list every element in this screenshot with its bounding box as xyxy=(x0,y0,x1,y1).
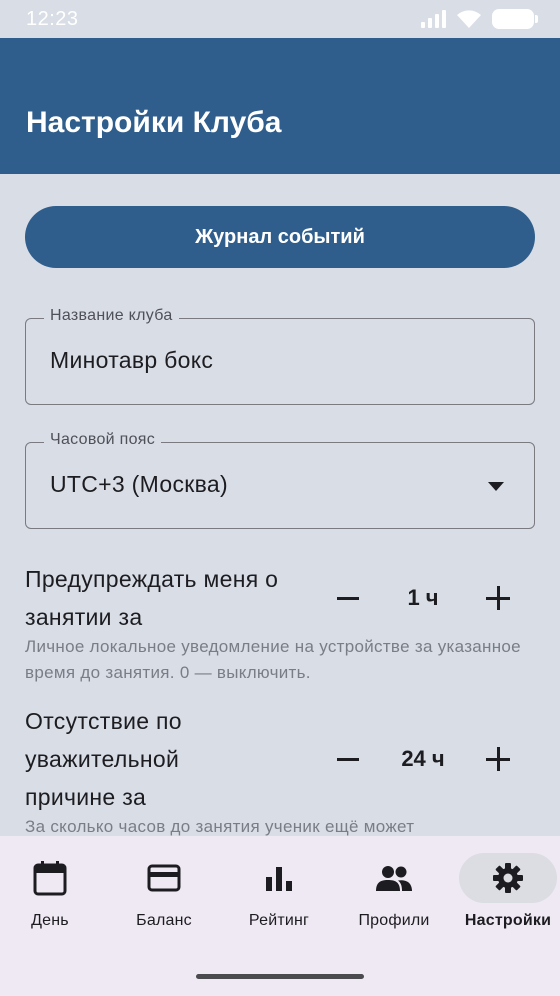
battery-icon xyxy=(492,9,538,29)
nav-label: Профили xyxy=(358,912,430,929)
nav-icon-wrap xyxy=(345,853,443,903)
nav-item-day[interactable]: День xyxy=(0,836,106,956)
nav-icon-active-indicator xyxy=(459,853,557,903)
signal-icon xyxy=(421,10,446,28)
people-icon xyxy=(376,866,412,891)
settings-content[interactable]: Журнал событий Название клуба Минотавр б… xyxy=(0,174,560,836)
club-name-value[interactable]: Минотавр бокс xyxy=(50,347,213,374)
gear-icon xyxy=(493,863,523,893)
app-bar: Настройки Клуба xyxy=(0,38,560,174)
bottom-nav: День Баланс Рейтинг Профили Настройки xyxy=(0,836,560,996)
nav-icon-wrap xyxy=(1,853,99,903)
timezone-value: UTC+3 (Москва) xyxy=(50,471,228,497)
nav-icon-wrap xyxy=(115,853,213,903)
reminder-value: 1 ч xyxy=(407,585,439,610)
reminder-increase-button[interactable] xyxy=(478,578,518,618)
event-log-button[interactable]: Журнал событий xyxy=(25,206,535,268)
absence-label: Отсутствие по уважительной причине за xyxy=(25,708,182,810)
page-title: Настройки Клуба xyxy=(26,106,282,139)
absence-value: 24 ч xyxy=(401,746,445,771)
nav-item-profiles[interactable]: Профили xyxy=(338,836,450,956)
status-time: 12:23 xyxy=(26,7,79,30)
home-indicator[interactable] xyxy=(196,974,364,979)
plus-icon xyxy=(486,747,510,771)
nav-label: Баланс xyxy=(136,912,192,929)
absence-increase-button[interactable] xyxy=(478,739,518,779)
minus-icon xyxy=(337,757,359,761)
dropdown-arrow-icon[interactable] xyxy=(488,482,504,491)
nav-item-settings[interactable]: Настройки xyxy=(452,836,560,956)
reminder-label: Предупреждать меня о занятии за xyxy=(25,566,279,630)
status-icons xyxy=(421,9,538,29)
timezone-select[interactable]: Часовой пояс UTC+3 (Москва) xyxy=(25,431,535,529)
card-icon xyxy=(147,864,181,892)
club-name-field[interactable]: Название клуба Минотавр бокс xyxy=(25,307,535,405)
nav-label: День xyxy=(31,912,69,929)
nav-item-balance[interactable]: Баланс xyxy=(108,836,220,956)
nav-item-rating[interactable]: Рейтинг xyxy=(223,836,335,956)
wifi-icon xyxy=(457,10,481,28)
calendar-icon xyxy=(33,861,67,896)
bar-chart-icon xyxy=(266,867,292,891)
absence-description: За сколько часов до занятия ученик ещё м… xyxy=(25,817,415,836)
reminder-description: Личное локальное уведомление на устройст… xyxy=(25,637,521,682)
minus-icon xyxy=(337,596,359,600)
status-bar: 12:23 xyxy=(0,0,560,38)
absence-decrease-button[interactable] xyxy=(328,739,368,779)
club-name-label: Название клуба xyxy=(44,307,179,325)
timezone-label: Часовой пояс xyxy=(44,431,162,449)
nav-label: Настройки xyxy=(464,912,552,929)
reminder-decrease-button[interactable] xyxy=(328,578,368,618)
nav-label: Рейтинг xyxy=(248,912,310,929)
plus-icon xyxy=(486,586,510,610)
nav-icon-wrap xyxy=(230,853,328,903)
